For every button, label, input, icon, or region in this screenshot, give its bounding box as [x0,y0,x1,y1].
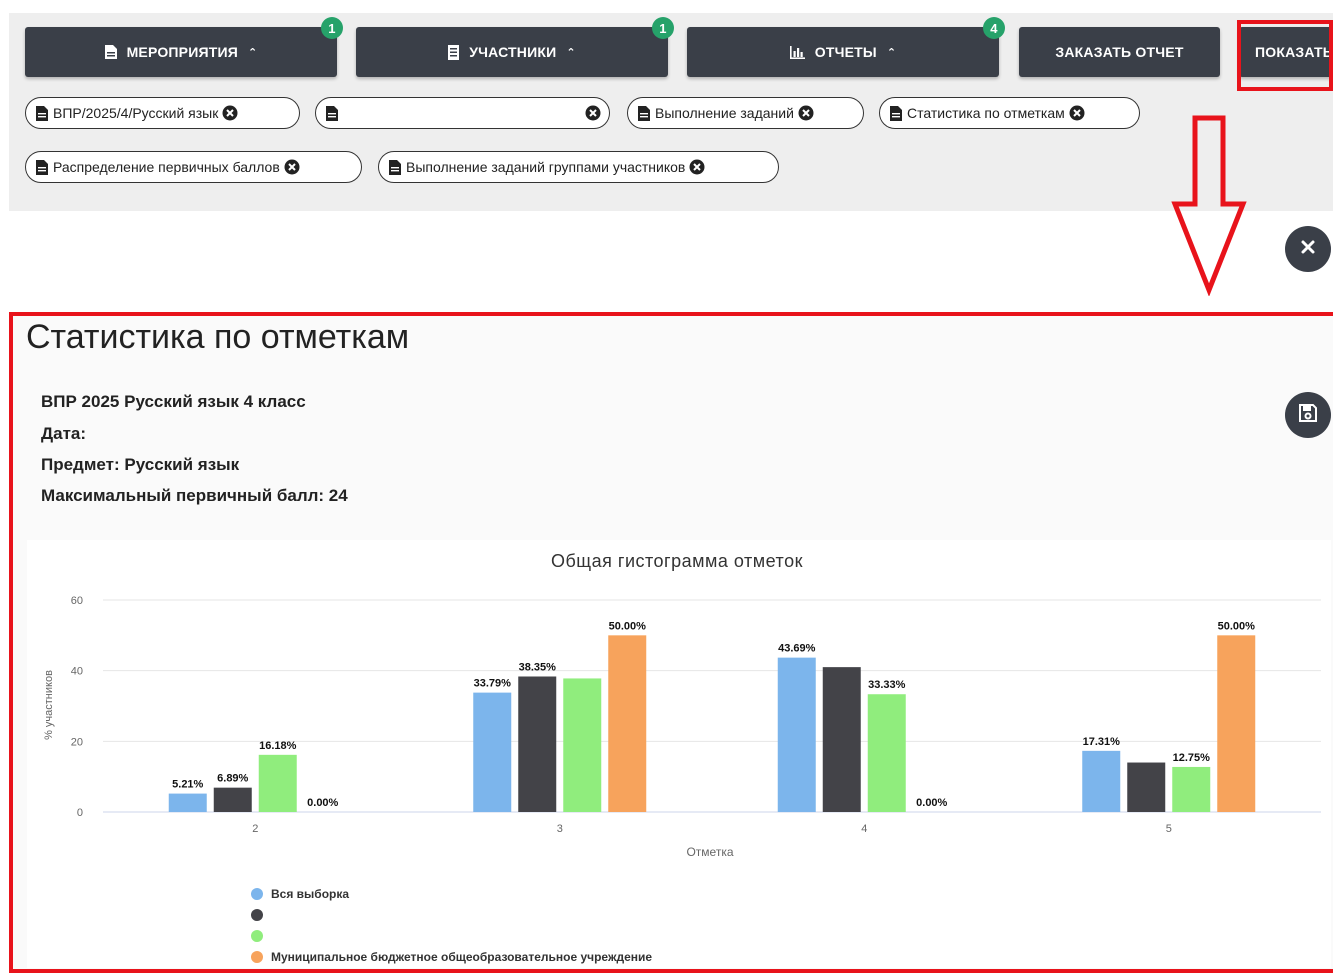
annotation-arrow-icon [1171,115,1247,296]
bar[interactable] [168,793,207,812]
bar[interactable] [1082,750,1121,812]
data-label: 16.18% [259,740,297,752]
x-tick-label: 5 [1166,823,1172,835]
save-icon [1299,403,1317,427]
bar[interactable] [822,667,861,812]
document-icon [104,45,117,59]
bar[interactable] [1172,766,1211,812]
bar[interactable] [777,657,816,812]
report-subject: Предмет: Русский язык [41,455,240,474]
caret-up-icon: ⌃ [566,46,576,59]
document-icon [638,105,650,121]
chart-container: Общая гистограмма отметок 0 20 40 60 5.21% 6… [27,540,1331,968]
filter-chip[interactable]: Распределение первичных баллов [25,151,362,183]
close-circle-icon[interactable] [284,159,300,175]
data-label: 33.79% [474,678,512,690]
x-tick-label: 2 [252,823,258,835]
legend-marker[interactable] [251,909,263,921]
data-label: 5.21% [172,779,203,791]
events-button-label: Мероприятия [126,44,239,60]
reports-button-label: Отчеты [814,44,877,60]
close-circle-icon[interactable] [689,159,705,175]
data-label: 17.31% [1083,736,1121,748]
report-max-score: Максимальный первичный балл: 24 [41,486,348,505]
close-circle-icon[interactable] [798,105,814,121]
data-label: 38.35% [519,661,557,673]
close-circle-icon[interactable] [585,105,601,121]
legend-label[interactable]: Вся выборка [271,887,349,901]
y-tick-label: 40 [71,666,83,678]
events-button[interactable]: Мероприятия ⌃ 1 [25,17,343,77]
reports-count-badge: 4 [983,17,1005,39]
legend-marker[interactable] [251,930,263,942]
close-icon [1300,239,1316,260]
data-label: 12.75% [1173,752,1211,764]
participants-button-label: Участники [469,44,557,60]
chip-label: Выполнение заданий группами участников [406,159,686,175]
document-icon [326,105,338,121]
y-tick-label: 20 [71,736,83,748]
save-button[interactable] [1285,392,1331,438]
filter-chip[interactable]: Статистика по отметкам [879,97,1140,129]
participants-button[interactable]: Участники ⌃ 1 [356,17,674,77]
filter-chip[interactable] [315,97,610,129]
x-axis-title: Отметка [686,845,733,859]
filter-chip[interactable]: Выполнение заданий [627,97,864,129]
reports-button[interactable]: Отчеты ⌃ 4 [687,17,1005,77]
report-exam-name: ВПР 2025 Русский язык 4 класс [41,392,306,411]
participants-count-badge: 1 [652,17,674,39]
bar[interactable] [213,787,252,812]
legend-label[interactable]: Муниципальное бюджетное общеобразователь… [271,950,652,964]
data-label: 0.00% [307,797,338,809]
bar[interactable] [1127,762,1166,812]
document-icon [890,105,902,121]
bar[interactable] [518,676,557,812]
bar[interactable] [258,754,297,812]
chip-label: Выполнение заданий [655,105,794,121]
show-button[interactable]: Показать [1239,27,1333,77]
caret-up-icon: ⌃ [886,46,897,59]
bar[interactable] [608,635,647,812]
data-label: 6.89% [217,773,248,785]
bar[interactable] [563,678,602,812]
bar[interactable] [867,694,906,812]
data-label: 33.33% [868,679,906,691]
y-tick-label: 60 [71,595,83,607]
grade-histogram-chart: Общая гистограмма отметок 0 20 40 60 5.21% 6… [43,551,1321,964]
close-circle-icon[interactable] [222,105,238,121]
chip-label: Распределение первичных баллов [53,159,280,175]
events-count-badge: 1 [321,17,343,39]
bar[interactable] [473,692,512,812]
y-axis-title: % участников [43,670,55,740]
legend-marker[interactable] [251,888,263,900]
close-circle-icon[interactable] [1069,105,1085,121]
bar[interactable] [1217,635,1256,812]
legend-marker[interactable] [251,951,263,963]
data-label: 50.00% [1218,620,1256,632]
close-report-button[interactable] [1285,226,1331,272]
order-report-button[interactable]: Заказать отчет [1019,27,1220,77]
caret-up-icon: ⌃ [248,46,258,59]
filter-chip[interactable]: ВПР/2025/4/Русский язык [25,97,300,129]
report-date: Дата: [41,424,87,443]
bar-chart-icon [789,45,805,59]
data-label: 50.00% [609,620,647,632]
chip-label: ВПР/2025/4/Русский язык [53,105,219,121]
x-tick-label: 3 [557,823,563,835]
data-label: 0.00% [916,797,947,809]
list-document-icon [448,44,460,60]
document-icon [36,159,48,175]
order-report-label: Заказать отчет [1055,44,1184,60]
data-label: 43.69% [778,643,816,655]
chip-label: Статистика по отметкам [907,105,1065,121]
x-tick-label: 4 [861,823,867,835]
document-icon [389,159,401,175]
document-icon [36,105,48,121]
report-title: Статистика по отметкам [26,318,410,356]
chart-title: Общая гистограмма отметок [551,551,803,571]
y-tick-label: 0 [77,807,83,819]
filter-chip[interactable]: Выполнение заданий группами участников [378,151,779,183]
show-button-label: Показать [1255,44,1333,60]
